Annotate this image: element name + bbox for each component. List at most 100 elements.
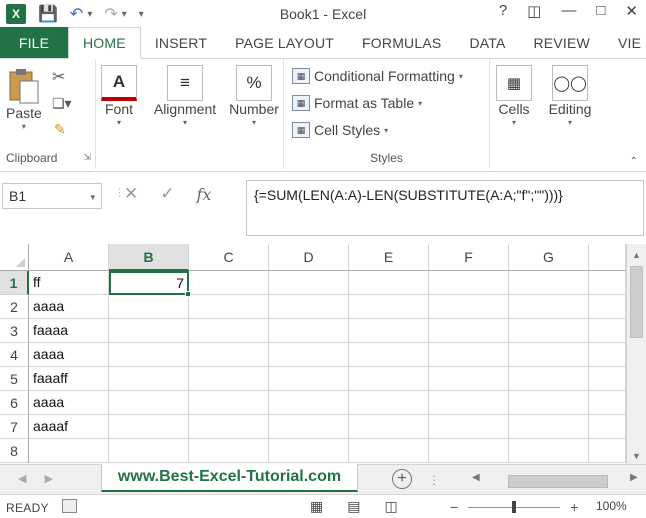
page-layout-view-icon[interactable]: ▤ xyxy=(347,498,360,515)
column-header-f[interactable]: F xyxy=(429,244,509,271)
row-header-6[interactable]: 6 xyxy=(0,391,29,415)
cell-f2[interactable] xyxy=(429,295,509,319)
zoom-in-icon[interactable]: + xyxy=(570,499,578,515)
cell-g4[interactable] xyxy=(509,343,589,367)
name-box-dropdown-icon[interactable]: ▾ xyxy=(90,192,95,203)
tab-view[interactable]: VIE xyxy=(604,28,641,58)
sheet-tab[interactable]: www.Best-Excel-Tutorial.com xyxy=(101,464,358,492)
zoom-slider-knob[interactable] xyxy=(512,500,517,513)
cell-d3[interactable] xyxy=(269,319,349,343)
cell-f5[interactable] xyxy=(429,367,509,391)
help-icon[interactable]: ? xyxy=(499,2,507,20)
cell-d1[interactable] xyxy=(269,271,349,295)
close-icon[interactable]: ✕ xyxy=(625,2,638,20)
column-header-e[interactable]: E xyxy=(349,244,429,271)
column-header-h[interactable] xyxy=(589,244,626,271)
copy-icon[interactable]: ❏▾ xyxy=(52,95,72,112)
cell-g1[interactable] xyxy=(509,271,589,295)
row-header-7[interactable]: 7 xyxy=(0,415,29,439)
tab-home[interactable]: HOME xyxy=(68,27,141,59)
format-as-table-button[interactable]: ▦ Format as Table ▾ xyxy=(292,92,422,114)
cell-e4[interactable] xyxy=(349,343,429,367)
row-header-5[interactable]: 5 xyxy=(0,367,29,391)
tab-review[interactable]: REVIEW xyxy=(520,28,604,58)
cell-f1[interactable] xyxy=(429,271,509,295)
cell-b4[interactable] xyxy=(109,343,189,367)
column-header-a[interactable]: A xyxy=(29,244,109,271)
cell-b1[interactable]: 7 xyxy=(109,271,189,295)
cell-d8[interactable] xyxy=(269,439,349,463)
insert-function-icon[interactable]: fx xyxy=(197,185,212,204)
cell-c6[interactable] xyxy=(189,391,269,415)
page-break-view-icon[interactable]: ◫ xyxy=(384,498,397,515)
cell-d2[interactable] xyxy=(269,295,349,319)
cell-b3[interactable] xyxy=(109,319,189,343)
cell-c7[interactable] xyxy=(189,415,269,439)
cell-c3[interactable] xyxy=(189,319,269,343)
cell-g5[interactable] xyxy=(509,367,589,391)
alignment-button[interactable]: ≡ Alignment ▾ xyxy=(150,65,220,127)
tab-insert[interactable]: INSERT xyxy=(141,28,221,58)
cell-e2[interactable] xyxy=(349,295,429,319)
horizontal-scrollbar[interactable]: ◀ ▶ xyxy=(468,472,644,488)
vertical-scrollbar[interactable]: ▲ ▼ xyxy=(626,244,646,464)
formula-bar-splitter[interactable]: ⋮ xyxy=(114,186,125,208)
formula-input[interactable]: {=SUM(LEN(A:A)-LEN(SUBSTITUTE(A:A;"f";""… xyxy=(246,180,644,236)
cell-e5[interactable] xyxy=(349,367,429,391)
cell-c1[interactable] xyxy=(189,271,269,295)
add-sheet-icon[interactable]: + xyxy=(392,469,412,489)
editing-button[interactable]: ◯◯ Editing ▾ xyxy=(542,65,598,127)
enter-icon[interactable]: ✓ xyxy=(160,184,174,204)
cell-f6[interactable] xyxy=(429,391,509,415)
cell-g6[interactable] xyxy=(509,391,589,415)
cell-a5[interactable]: faaaff xyxy=(29,367,109,391)
cell-g3[interactable] xyxy=(509,319,589,343)
scroll-left-icon[interactable]: ◀ xyxy=(472,472,480,483)
column-header-g[interactable]: G xyxy=(509,244,589,271)
font-button[interactable]: A Font ▾ xyxy=(101,65,137,127)
format-painter-icon[interactable]: ✎ xyxy=(54,121,66,138)
cell-b2[interactable] xyxy=(109,295,189,319)
cell-h8[interactable] xyxy=(589,439,626,463)
cell-e3[interactable] xyxy=(349,319,429,343)
cell-e8[interactable] xyxy=(349,439,429,463)
cancel-icon[interactable]: ✕ xyxy=(124,184,138,204)
cell-c2[interactable] xyxy=(189,295,269,319)
conditional-formatting-button[interactable]: ▦ Conditional Formatting ▾ xyxy=(292,65,463,87)
fill-handle[interactable] xyxy=(185,291,191,297)
cell-a8[interactable] xyxy=(29,439,109,463)
horizontal-scroll-track[interactable] xyxy=(486,474,626,488)
cell-e1[interactable] xyxy=(349,271,429,295)
clipboard-launcher-icon[interactable]: ⇲ xyxy=(83,152,91,163)
cell-a7[interactable]: aaaaf xyxy=(29,415,109,439)
cell-f3[interactable] xyxy=(429,319,509,343)
paste-button[interactable]: Paste ▾ xyxy=(6,67,42,131)
cell-a4[interactable]: aaaa xyxy=(29,343,109,367)
cell-h3[interactable] xyxy=(589,319,626,343)
row-header-4[interactable]: 4 xyxy=(0,343,29,367)
cell-b6[interactable] xyxy=(109,391,189,415)
collapse-ribbon-icon[interactable]: ⌃ xyxy=(630,156,638,167)
column-header-b[interactable]: B xyxy=(109,244,189,271)
cell-g2[interactable] xyxy=(509,295,589,319)
row-header-3[interactable]: 3 xyxy=(0,319,29,343)
cell-g8[interactable] xyxy=(509,439,589,463)
sheet-next-icon[interactable]: ▶ xyxy=(44,472,52,485)
cells-button[interactable]: ▦ Cells ▾ xyxy=(496,65,532,127)
tab-formulas[interactable]: FORMULAS xyxy=(348,28,455,58)
cell-b8[interactable] xyxy=(109,439,189,463)
cell-h5[interactable] xyxy=(589,367,626,391)
cell-a1[interactable]: ff xyxy=(29,271,109,295)
number-button[interactable]: % Number ▾ xyxy=(226,65,282,127)
cell-f7[interactable] xyxy=(429,415,509,439)
cell-styles-button[interactable]: ▦ Cell Styles ▾ xyxy=(292,119,388,141)
tab-split-handle-icon[interactable]: ⋮ xyxy=(428,473,440,487)
macro-recording-icon[interactable] xyxy=(62,499,77,513)
tab-data[interactable]: DATA xyxy=(455,28,519,58)
scroll-down-icon[interactable]: ▼ xyxy=(627,447,646,464)
zoom-out-icon[interactable]: − xyxy=(450,499,458,515)
cell-h4[interactable] xyxy=(589,343,626,367)
row-header-1[interactable]: 1 xyxy=(0,271,29,295)
cell-e7[interactable] xyxy=(349,415,429,439)
row-header-8[interactable]: 8 xyxy=(0,439,29,463)
